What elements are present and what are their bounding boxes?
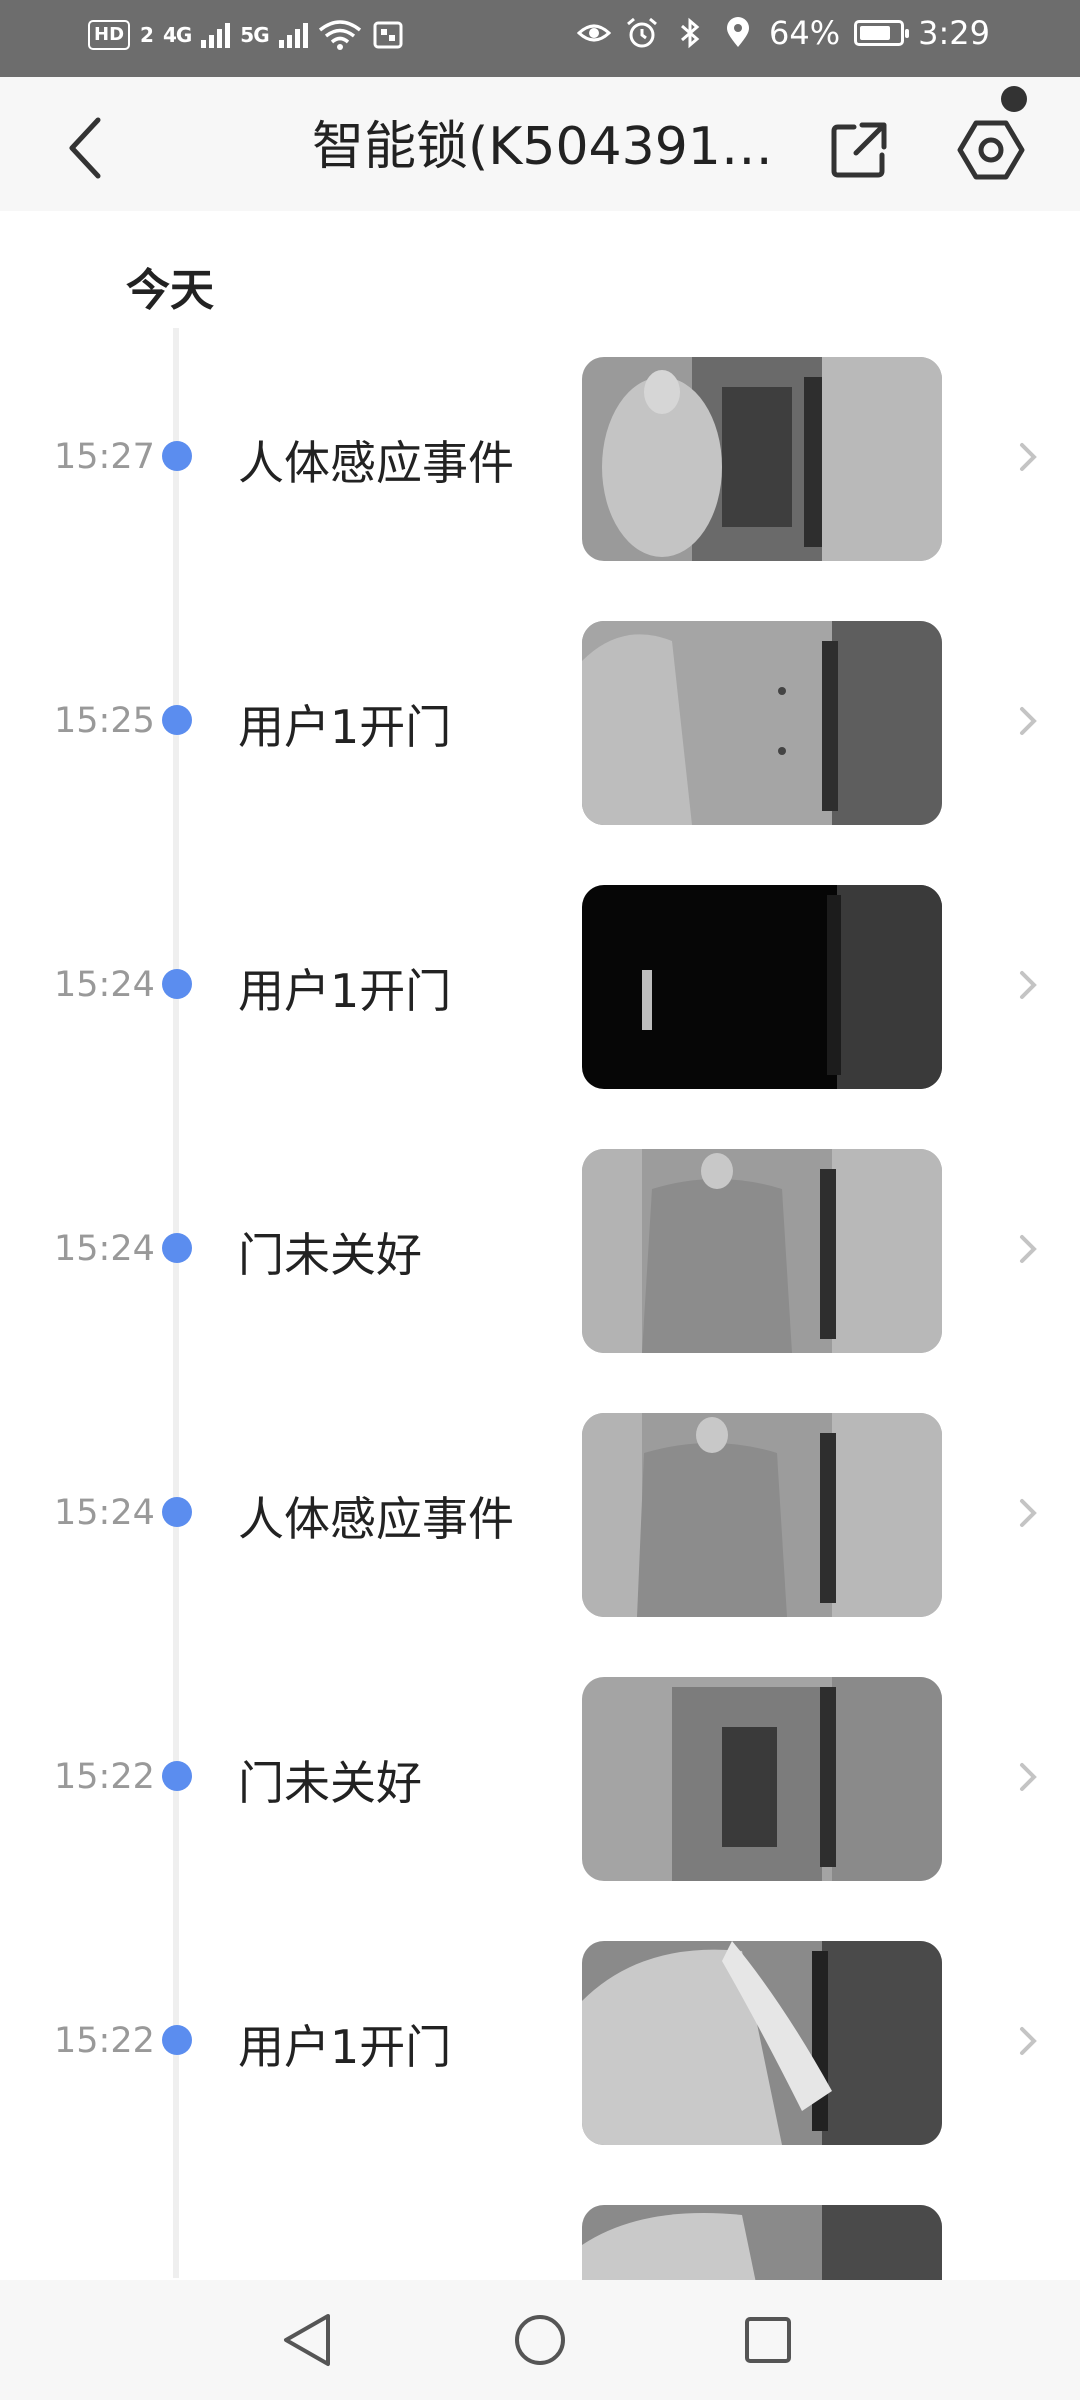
timeline-dot — [162, 1761, 192, 1791]
event-title: 人体感应事件 — [238, 1492, 514, 1546]
event-title: 门未关好 — [238, 1228, 422, 1282]
page-title: 智能锁(K5043913… — [312, 117, 782, 177]
snapshot-image — [582, 885, 942, 1089]
event-snapshot[interactable] — [582, 1149, 942, 1353]
day-label: 今天 — [126, 265, 214, 316]
event-title: 人体感应事件 — [238, 436, 514, 490]
timeline-dot — [162, 969, 192, 999]
snapshot-image — [582, 2205, 942, 2280]
event-row[interactable]: 15:27 人体感应事件 — [0, 357, 1080, 561]
event-snapshot[interactable] — [582, 357, 942, 561]
event-time: 15:24 — [54, 965, 155, 1005]
snapshot-image — [582, 1413, 942, 1617]
settings-hexagon-icon — [957, 120, 1025, 180]
bluetooth-icon — [681, 17, 700, 49]
chevron-right-icon — [1020, 971, 1037, 999]
chevron-right-icon — [1020, 1499, 1037, 1527]
screen: HD 2 4G 5G 64% 3:29 智能锁(K5043913… 今天 15:… — [0, 0, 1080, 2400]
event-time: 15:22 — [54, 1757, 155, 1797]
notification-dot — [1001, 86, 1027, 112]
app-header: 智能锁(K5043913… — [0, 77, 1080, 211]
timeline-dot — [162, 2025, 192, 2055]
nav-back-icon[interactable] — [272, 2304, 344, 2376]
signal-bars-icon-2 — [278, 22, 308, 48]
share-button[interactable] — [826, 117, 892, 183]
chevron-left-icon — [69, 117, 101, 179]
share-icon — [831, 122, 887, 178]
snapshot-image — [582, 357, 942, 561]
timeline-dot — [162, 1497, 192, 1527]
event-row[interactable]: 15:22 门未关好 — [0, 1677, 1080, 1881]
network-4g-label: 4G — [162, 23, 192, 47]
event-time: 15:24 — [54, 1229, 155, 1269]
alarm-icon — [627, 17, 657, 48]
snapshot-image — [582, 1149, 942, 1353]
signal-bars-icon — [201, 22, 231, 48]
status-bar: HD 2 4G 5G 64% 3:29 — [0, 0, 1080, 77]
chevron-right-icon — [1020, 2027, 1037, 2055]
event-snapshot[interactable] — [582, 885, 942, 1089]
settings-button[interactable] — [956, 117, 1026, 183]
event-snapshot[interactable] — [582, 1677, 942, 1881]
chevron-right-icon — [1020, 1763, 1037, 1791]
event-title: 门未关好 — [238, 1756, 422, 1810]
event-snapshot[interactable] — [582, 1941, 942, 2145]
event-row[interactable]: 15:25 用户1开门 — [0, 621, 1080, 825]
nav-home-icon[interactable] — [504, 2304, 576, 2376]
chevron-right-icon — [1020, 443, 1037, 471]
event-title: 用户1开门 — [238, 700, 452, 754]
snapshot-image — [582, 621, 942, 825]
event-time: 15:24 — [54, 1493, 155, 1533]
wifi-icon — [318, 20, 361, 50]
event-title: 用户1开门 — [238, 2020, 452, 2074]
status-left: HD 2 4G 5G — [88, 18, 406, 52]
system-navigation-bar — [0, 2280, 1080, 2400]
event-row[interactable]: 15:24 门未关好 — [0, 1149, 1080, 1353]
nav-recent-apps-icon[interactable] — [732, 2304, 804, 2376]
snapshot-image — [582, 1677, 942, 1881]
snapshot-image — [582, 1941, 942, 2145]
hd-badge: HD — [88, 20, 131, 50]
back-button[interactable] — [56, 113, 116, 183]
chevron-right-icon — [1020, 707, 1037, 735]
event-snapshot[interactable] — [582, 1413, 942, 1617]
app-notification-icon — [373, 21, 403, 49]
status-right: 64% 3:29 — [577, 14, 990, 52]
event-time: 15:27 — [54, 437, 155, 477]
battery-percent: 64% — [769, 14, 841, 52]
event-row[interactable]: 15:24 用户1开门 — [0, 885, 1080, 1089]
timeline-dot — [162, 705, 192, 735]
event-snapshot[interactable] — [582, 2205, 942, 2280]
battery-icon — [854, 20, 910, 46]
sim-label: 2 — [140, 23, 154, 47]
eye-icon — [577, 24, 612, 42]
timeline-dot — [162, 1233, 192, 1263]
event-snapshot[interactable] — [582, 621, 942, 825]
event-title: 用户1开门 — [238, 964, 452, 1018]
event-row-partial[interactable] — [0, 2205, 1080, 2280]
event-time: 15:25 — [54, 701, 155, 741]
event-row[interactable]: 15:22 用户1开门 — [0, 1941, 1080, 2145]
network-5g-label: 5G — [240, 23, 269, 47]
chevron-right-icon — [1020, 1235, 1037, 1263]
timeline-dot — [162, 441, 192, 471]
clock-time: 3:29 — [918, 14, 990, 52]
location-icon — [727, 17, 750, 47]
event-row[interactable]: 15:24 人体感应事件 — [0, 1413, 1080, 1617]
event-time: 15:22 — [54, 2021, 155, 2061]
